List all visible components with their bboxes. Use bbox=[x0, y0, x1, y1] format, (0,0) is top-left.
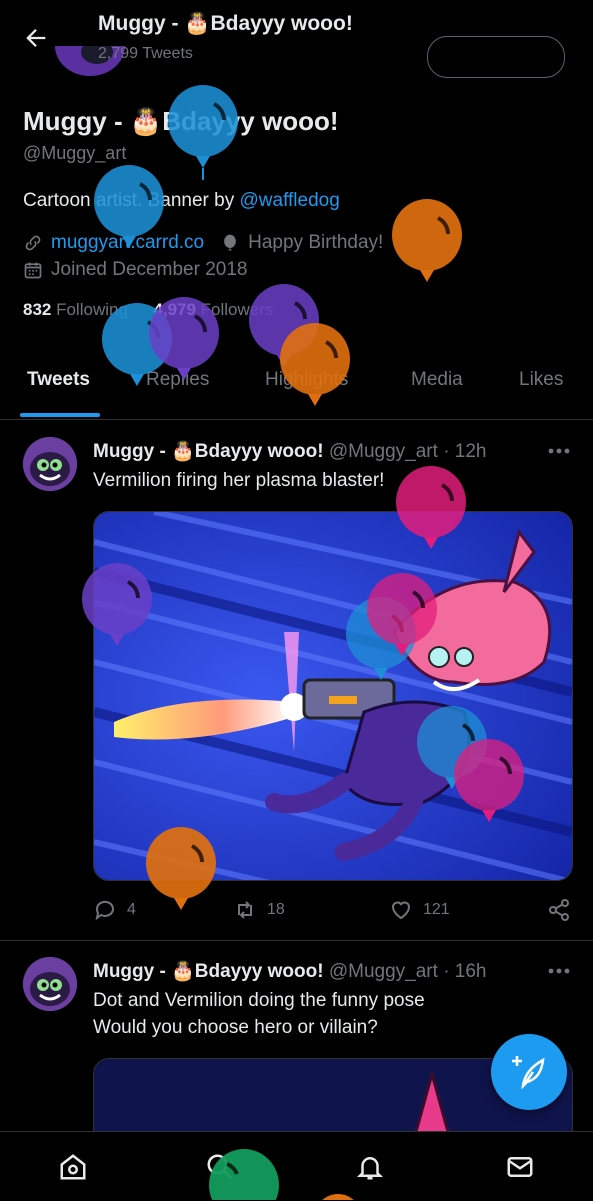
arrow-left-icon[interactable] bbox=[22, 24, 50, 52]
tweet-author[interactable]: Muggy - 🎂Bdayyy wooo! bbox=[93, 441, 324, 462]
tab-likes[interactable]: Likes bbox=[519, 369, 563, 391]
tweet-author[interactable]: Muggy - 🎂Bdayyy wooo! bbox=[93, 961, 324, 982]
tweet-time: · 16h bbox=[443, 961, 487, 982]
following-link[interactable]: 832 Following bbox=[23, 300, 128, 319]
retweet-count: 18 bbox=[267, 901, 285, 918]
profile-stats: 832 Following 4,979 Followers bbox=[23, 300, 273, 320]
bottom-navigation bbox=[0, 1131, 593, 1201]
tab-replies[interactable]: Replies bbox=[146, 369, 209, 391]
reply-count: 4 bbox=[127, 901, 136, 918]
heart-icon bbox=[391, 901, 411, 920]
tweet-time: · 12h bbox=[443, 441, 487, 462]
profile-name: Muggy - 🎂Bdayyy wooo! bbox=[23, 106, 339, 136]
header-title: Muggy - 🎂Bdayyy wooo! bbox=[98, 12, 353, 35]
share-button[interactable] bbox=[547, 898, 581, 922]
profile-bio: Cartoon artist. Banner by @waffledog bbox=[23, 190, 340, 212]
more-options-icon[interactable] bbox=[548, 446, 570, 456]
notifications-icon[interactable] bbox=[355, 1152, 385, 1182]
tweet-avatar[interactable] bbox=[23, 437, 77, 491]
reply-icon bbox=[95, 900, 114, 921]
followers-link[interactable]: 4,979 Followers bbox=[153, 300, 273, 319]
tweet-text-line: Would you choose hero or villain? bbox=[93, 1017, 378, 1038]
tweet-handle[interactable]: @Muggy_art bbox=[329, 441, 438, 462]
joined-row: Joined December 2018 bbox=[23, 259, 247, 281]
bio-text: Cartoon artist. Banner by bbox=[23, 190, 240, 211]
tweet-image[interactable] bbox=[93, 511, 573, 881]
profile-tabs: Tweets Replies Highlights Media Likes bbox=[0, 355, 593, 420]
retweet-button[interactable]: 18 bbox=[233, 898, 285, 922]
birthday-text: Happy Birthday! bbox=[248, 232, 384, 253]
followers-count: 4,979 bbox=[153, 300, 196, 319]
profile-handle: @Muggy_art bbox=[23, 143, 127, 163]
compose-tweet-icon bbox=[512, 1056, 545, 1090]
tweet-header: Muggy - 🎂Bdayyy wooo! @Muggy_art · 16h bbox=[93, 959, 487, 983]
tweet-text-line: Dot and Vermilion doing the funny pose bbox=[93, 990, 425, 1011]
tab-media[interactable]: Media bbox=[411, 369, 463, 391]
bio-mention-link[interactable]: @waffledog bbox=[240, 190, 340, 211]
follow-button[interactable] bbox=[427, 36, 565, 78]
like-button[interactable]: 121 bbox=[389, 898, 450, 922]
tweet-header: Muggy - 🎂Bdayyy wooo! @Muggy_art · 12h bbox=[93, 439, 487, 463]
link-icon bbox=[25, 235, 41, 251]
active-tab-indicator bbox=[20, 413, 100, 417]
tab-tweets[interactable]: Tweets bbox=[27, 369, 90, 391]
home-icon[interactable] bbox=[58, 1152, 88, 1182]
share-icon bbox=[549, 899, 569, 921]
calendar-icon bbox=[24, 262, 42, 279]
followers-label: Followers bbox=[195, 300, 274, 319]
like-count: 121 bbox=[423, 901, 450, 918]
tweet-avatar[interactable] bbox=[23, 957, 77, 1011]
compose-tweet-button[interactable] bbox=[491, 1034, 567, 1110]
tweet-handle[interactable]: @Muggy_art bbox=[329, 961, 438, 982]
top-header: Muggy - 🎂Bdayyy wooo! 2,799 Tweets bbox=[0, 0, 593, 80]
following-label: Following bbox=[51, 300, 128, 319]
website-link[interactable]: muggyart.carrd.co bbox=[51, 232, 204, 254]
more-options-icon[interactable] bbox=[548, 966, 570, 976]
retweet-icon bbox=[238, 901, 252, 919]
balloon-icon bbox=[224, 234, 236, 251]
messages-icon[interactable] bbox=[505, 1152, 535, 1182]
joined-date: Joined December 2018 bbox=[51, 259, 248, 280]
following-count: 832 bbox=[23, 300, 52, 319]
tweet-count: 2,799 Tweets bbox=[98, 45, 193, 62]
balloon-icon bbox=[392, 199, 462, 282]
tweet-divider bbox=[0, 940, 593, 941]
tweet-text: Vermilion firing her plasma blaster! bbox=[93, 470, 385, 491]
tab-highlights[interactable]: Highlights bbox=[265, 369, 348, 391]
reply-button[interactable]: 4 bbox=[93, 898, 136, 922]
search-icon[interactable] bbox=[205, 1152, 235, 1182]
profile-meta-row: muggyart.carrd.co Happy Birthday! bbox=[23, 232, 383, 254]
